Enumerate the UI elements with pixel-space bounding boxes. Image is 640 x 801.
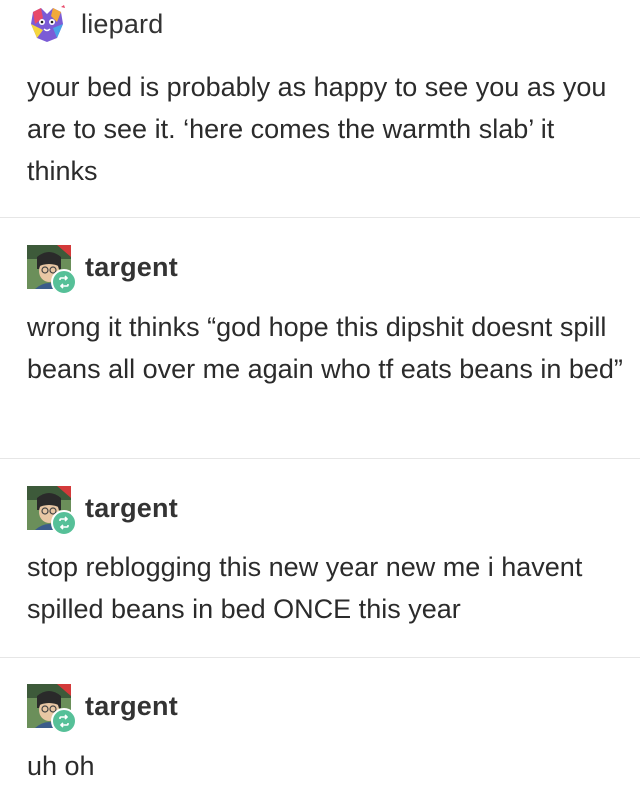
reblog-icon bbox=[51, 510, 77, 536]
post-header: targent bbox=[27, 486, 178, 536]
post-text: wrong it thinks “god hope this dipshit d… bbox=[27, 312, 623, 384]
rainbow-cat-avatar-icon[interactable] bbox=[27, 4, 67, 44]
post-divider bbox=[0, 657, 640, 658]
post-divider bbox=[0, 217, 640, 218]
post-text: stop reblogging this new year new me i h… bbox=[27, 552, 583, 624]
reblog-icon bbox=[51, 708, 77, 734]
post-text: your bed is probably as happy to see you… bbox=[27, 72, 607, 186]
cartoon-person-avatar-icon[interactable] bbox=[27, 245, 77, 295]
post-header: targent bbox=[27, 684, 178, 734]
cartoon-person-avatar-icon[interactable] bbox=[27, 486, 77, 536]
post-text: uh oh bbox=[27, 751, 95, 781]
cartoon-person-avatar-icon[interactable] bbox=[27, 684, 77, 734]
username[interactable]: targent bbox=[85, 691, 178, 722]
username[interactable]: targent bbox=[85, 252, 178, 283]
post-divider bbox=[0, 458, 640, 459]
username[interactable]: targent bbox=[85, 493, 178, 524]
post-header: targent bbox=[27, 245, 178, 295]
username[interactable]: liepard bbox=[81, 9, 163, 40]
reblog-icon bbox=[51, 269, 77, 295]
post-header: liepard bbox=[27, 2, 163, 46]
